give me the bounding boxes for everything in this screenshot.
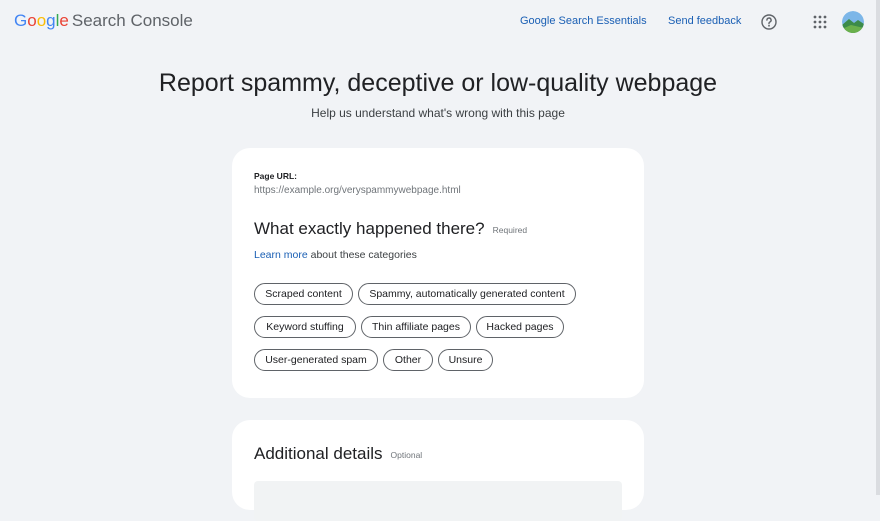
chip-keyword-stuffing[interactable]: Keyword stuffing — [254, 316, 356, 338]
logo-letter-o2: o — [36, 11, 47, 30]
page-url-value: https://example.org/veryspammywebpage.ht… — [254, 185, 461, 196]
category-question: What exactly happened there? Required — [254, 219, 527, 239]
logo-letter-e: e — [59, 11, 69, 30]
chip-spammy-auto-generated[interactable]: Spammy, automatically generated content — [358, 283, 576, 305]
account-avatar[interactable] — [842, 11, 864, 33]
help-icon[interactable] — [760, 13, 778, 31]
optional-badge: Optional — [390, 449, 423, 460]
search-console-logo[interactable]: Google Search Console — [14, 11, 193, 31]
page-title: Report spammy, deceptive or low-quality … — [158, 69, 718, 97]
logo-letter-g1: G — [14, 11, 28, 30]
chip-unsure[interactable]: Unsure — [438, 349, 493, 371]
learn-more-rest: about these categories — [307, 249, 417, 261]
page-subtitle: Help us understand what's wrong with thi… — [311, 106, 565, 120]
additional-details-textarea[interactable] — [254, 481, 622, 521]
apps-grid-icon[interactable] — [812, 14, 828, 30]
page-scrollbar[interactable] — [876, 0, 880, 495]
logo-product-name: Search Console — [71, 11, 193, 30]
report-category-card: Page URL: https://example.org/veryspammy… — [232, 148, 644, 398]
additional-details-card: Additional details Optional — [232, 420, 644, 521]
chip-hacked-pages[interactable]: Hacked pages — [476, 316, 564, 338]
top-header: Google Search Console Google Search Essen… — [0, 0, 880, 44]
additional-details-title: Additional details — [254, 444, 383, 463]
required-badge: Required — [492, 224, 528, 235]
logo-letter-g2: g — [46, 11, 56, 30]
learn-more-link[interactable]: Learn more — [254, 249, 308, 261]
logo-letter-o1: o — [27, 11, 37, 30]
category-question-text: What exactly happened there? — [254, 219, 485, 238]
nav-send-feedback-link[interactable]: Send feedback — [668, 15, 741, 27]
chip-scraped-content[interactable]: Scraped content — [254, 283, 353, 305]
chip-other[interactable]: Other — [383, 349, 433, 371]
additional-details-heading: Additional details Optional — [254, 444, 422, 464]
learn-more-line: Learn more about these categories — [254, 249, 417, 261]
nav-search-essentials-link[interactable]: Google Search Essentials — [520, 15, 647, 27]
chip-thin-affiliate[interactable]: Thin affiliate pages — [361, 316, 471, 338]
page-url-label: Page URL: — [254, 171, 297, 181]
chip-user-generated-spam[interactable]: User-generated spam — [254, 349, 378, 371]
